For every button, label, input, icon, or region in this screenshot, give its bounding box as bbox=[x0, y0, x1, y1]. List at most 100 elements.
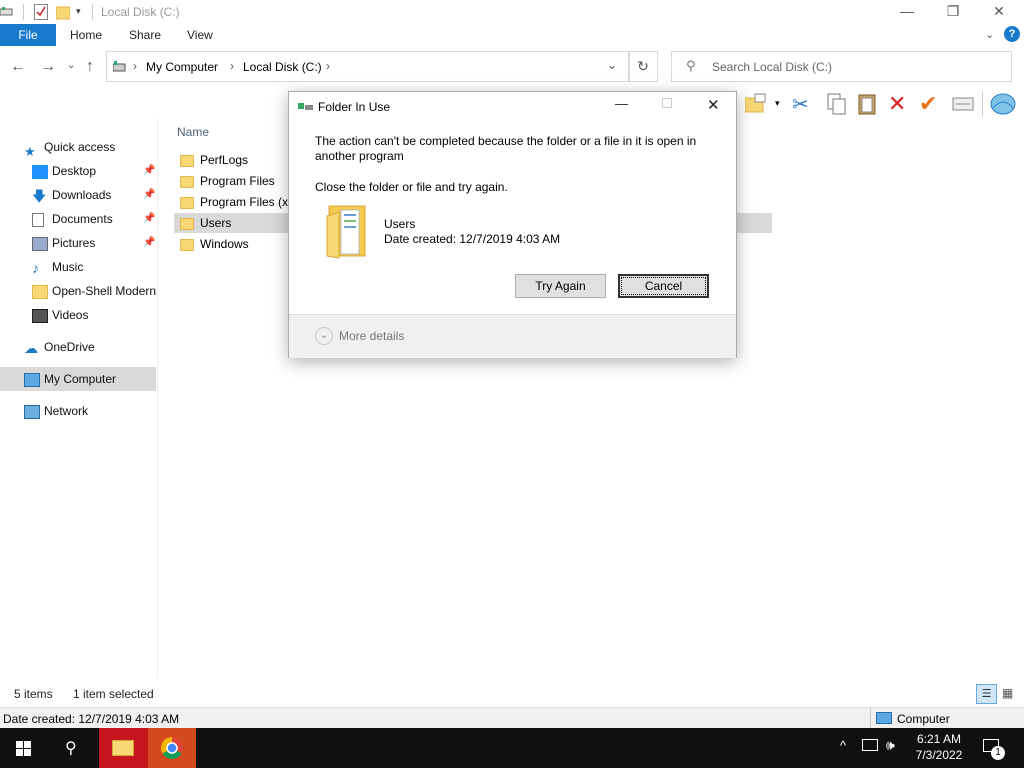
search-taskbar-button[interactable]: ⚲ bbox=[48, 728, 98, 768]
nav-item-documents[interactable]: Documents bbox=[32, 208, 113, 230]
nav-quick-access[interactable]: ★ Quick access bbox=[24, 136, 115, 159]
computer-icon bbox=[876, 712, 892, 724]
tab-share[interactable]: Share bbox=[129, 24, 161, 46]
breadcrumb-local-disk[interactable]: Local Disk (C:) bbox=[243, 60, 322, 74]
pin-icon[interactable]: 📌 bbox=[143, 213, 155, 224]
breadcrumb-chevron-icon[interactable]: › bbox=[133, 59, 137, 73]
nav-item-label: Downloads bbox=[52, 188, 112, 202]
breadcrumb-chevron-icon[interactable]: › bbox=[230, 59, 234, 73]
refresh-button[interactable]: ↻ bbox=[628, 51, 658, 82]
download-icon: 🡇 bbox=[32, 187, 47, 204]
dialog-instruction: Close the folder or file and try again. bbox=[315, 180, 508, 194]
nav-item-label: Videos bbox=[52, 308, 89, 322]
document-icon bbox=[32, 212, 44, 227]
recent-locations-icon[interactable]: ⌄ bbox=[67, 60, 75, 71]
network-tray-icon[interactable] bbox=[862, 739, 878, 751]
address-bar[interactable]: › My Computer › Local Disk (C:) › ⌄ bbox=[106, 51, 630, 82]
nav-item-music[interactable]: ♪ Music bbox=[32, 256, 83, 278]
copy-icon[interactable] bbox=[824, 92, 848, 116]
show-hidden-icons-icon[interactable]: ^ bbox=[840, 738, 846, 753]
minimize-button[interactable]: — bbox=[884, 0, 930, 24]
star-icon: ★ bbox=[24, 143, 36, 159]
divider bbox=[92, 4, 93, 20]
nav-my-computer[interactable]: My Computer bbox=[24, 368, 116, 390]
search-icon: ⚲ bbox=[686, 58, 696, 73]
nav-onedrive[interactable]: ☁ OneDrive bbox=[24, 336, 95, 358]
nav-network[interactable]: Network bbox=[24, 400, 88, 422]
paste-icon[interactable] bbox=[856, 92, 880, 116]
cancel-button[interactable]: Cancel bbox=[618, 274, 709, 298]
tab-view[interactable]: View bbox=[187, 24, 213, 46]
large-folder-icon bbox=[325, 202, 369, 263]
chrome-taskbar-button[interactable] bbox=[148, 728, 196, 768]
start-button[interactable] bbox=[0, 728, 48, 768]
status-bar: 5 items 1 item selected ☰ ▦ bbox=[0, 684, 1024, 706]
windows-logo-icon bbox=[16, 741, 31, 756]
new-folder-tool-icon[interactable] bbox=[744, 92, 769, 116]
properties-tool-icon[interactable] bbox=[951, 92, 975, 116]
nav-item-pictures[interactable]: Pictures bbox=[32, 232, 95, 254]
clock[interactable]: 6:21 AM 7/3/2022 bbox=[910, 731, 968, 763]
dialog-app-icon bbox=[298, 101, 314, 116]
tab-file[interactable]: File bbox=[0, 24, 56, 46]
nav-item-videos[interactable]: Videos bbox=[32, 304, 88, 326]
file-explorer-icon bbox=[112, 740, 134, 756]
dialog-message: The action can't be completed because th… bbox=[315, 134, 697, 163]
file-explorer-taskbar-button[interactable] bbox=[99, 728, 148, 768]
cut-icon[interactable]: ✂ bbox=[792, 92, 816, 116]
file-name: PerfLogs bbox=[200, 153, 249, 167]
ribbon-tabs: File Home Share View ⌄ ? bbox=[0, 24, 1024, 46]
search-box[interactable]: ⚲ Search Local Disk (C:) bbox=[671, 51, 1012, 82]
file-name: Program Files bbox=[200, 174, 275, 188]
network-icon bbox=[24, 404, 40, 419]
folder-icon bbox=[180, 196, 194, 209]
tab-home[interactable]: Home bbox=[70, 24, 102, 46]
computer-icon bbox=[24, 372, 40, 387]
folder-icon bbox=[180, 217, 194, 230]
back-icon[interactable]: ← bbox=[10, 58, 26, 76]
time-text: 6:21 AM bbox=[916, 732, 962, 746]
up-icon[interactable]: ↑ bbox=[86, 58, 94, 76]
video-icon bbox=[32, 308, 48, 323]
date-created-text: Date created: 12/7/2019 4:03 AM bbox=[3, 712, 180, 726]
rename-check-icon[interactable]: ✔ bbox=[919, 92, 943, 116]
address-dropdown-icon[interactable]: ⌄ bbox=[607, 58, 617, 72]
pin-icon[interactable]: 📌 bbox=[143, 165, 155, 176]
properties-icon[interactable] bbox=[0, 6, 14, 16]
delete-icon[interactable]: ✕ bbox=[888, 92, 912, 116]
forward-icon[interactable]: → bbox=[40, 58, 56, 76]
shell-icon[interactable] bbox=[990, 92, 1016, 116]
date-text: 7/3/2022 bbox=[915, 748, 963, 762]
notification-button[interactable]: 1 bbox=[980, 736, 1006, 760]
nav-item-desktop[interactable]: Desktop bbox=[32, 160, 96, 182]
folder-icon bbox=[180, 154, 194, 167]
pin-icon[interactable]: 📌 bbox=[143, 237, 155, 248]
pin-icon[interactable]: 📌 bbox=[143, 189, 155, 200]
nav-item-downloads[interactable]: 🡇 Downloads bbox=[32, 184, 111, 206]
volume-icon[interactable]: 🕪 bbox=[886, 737, 895, 754]
title-bar: ▾ Local Disk (C:) — ❐ ✕ bbox=[0, 0, 1024, 24]
expand-details-icon[interactable]: ⌄ bbox=[315, 327, 333, 345]
new-folder-icon[interactable] bbox=[55, 4, 71, 20]
breadcrumb-my-computer[interactable]: My Computer bbox=[146, 60, 218, 74]
computer-icon bbox=[112, 61, 127, 76]
divider bbox=[982, 92, 983, 116]
dialog-close-button[interactable]: ✕ bbox=[707, 96, 720, 114]
details-view-icon[interactable]: ☰ bbox=[976, 684, 997, 704]
breadcrumb-chevron-icon[interactable]: › bbox=[326, 59, 330, 73]
help-icon[interactable]: ? bbox=[1004, 26, 1020, 42]
nav-item-open-shell[interactable]: Open-Shell Modern bbox=[32, 280, 156, 302]
close-button[interactable]: ✕ bbox=[976, 0, 1022, 24]
nav-network-label: Network bbox=[44, 404, 89, 418]
column-header-name[interactable]: Name bbox=[177, 125, 209, 139]
dialog-minimize-button[interactable]: — bbox=[615, 96, 628, 111]
try-again-button[interactable]: Try Again bbox=[515, 274, 606, 298]
more-details-link[interactable]: More details bbox=[339, 329, 404, 343]
customize-quick-access-icon[interactable]: ▾ bbox=[76, 6, 90, 22]
checklist-icon[interactable] bbox=[34, 4, 48, 20]
restore-button[interactable]: ❐ bbox=[930, 0, 976, 24]
taskbar: ⚲ ^ 🕪 6:21 AM 7/3/2022 1 bbox=[0, 728, 1024, 768]
window-title: Local Disk (C:) bbox=[101, 5, 180, 19]
expand-ribbon-icon[interactable]: ⌄ bbox=[985, 24, 994, 46]
large-icons-view-icon[interactable]: ▦ bbox=[1002, 686, 1013, 700]
